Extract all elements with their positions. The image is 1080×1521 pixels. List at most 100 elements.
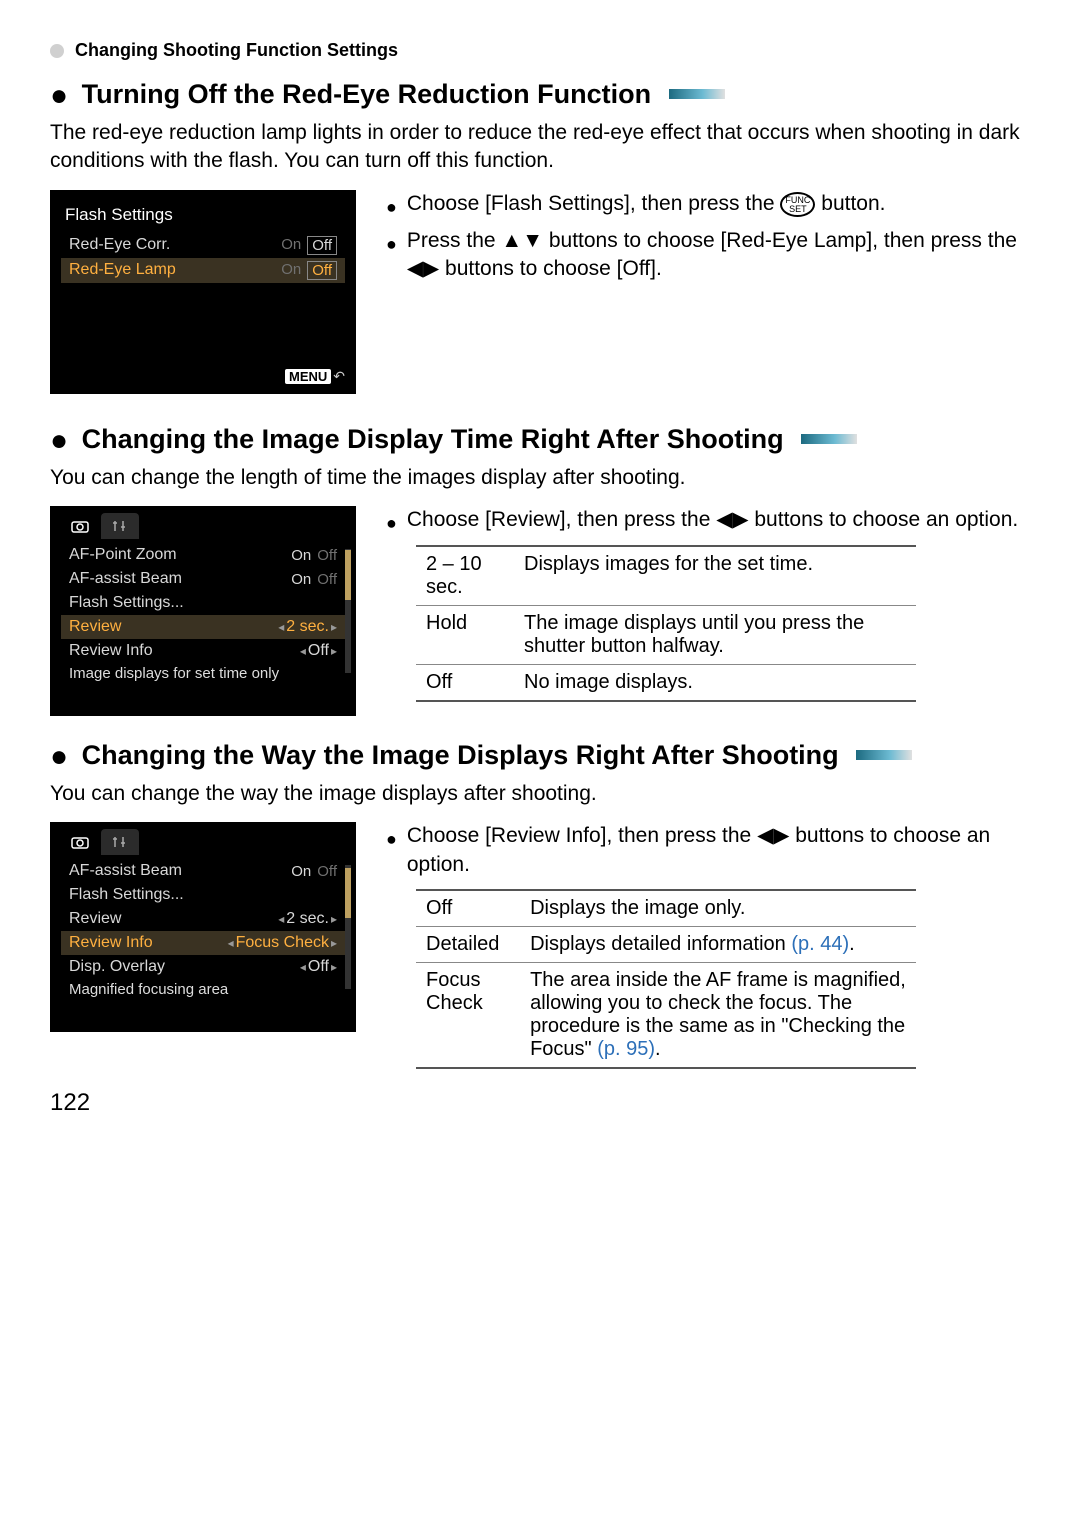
tab-tools[interactable] (101, 829, 139, 855)
lcd3-row-4-val: Off (300, 958, 337, 976)
lcd2-row-4-label: Review Info (69, 642, 153, 660)
lcd2-row-2[interactable]: Flash Settings... (61, 591, 345, 615)
lcd3-row-3[interactable]: Review Info Focus Check (61, 931, 345, 955)
lcd2-row-2-label: Flash Settings... (69, 594, 184, 612)
tab-tools[interactable] (101, 513, 139, 539)
section1-heading: ● Turning Off the Red-Eye Reduction Func… (50, 79, 1030, 113)
lcd2-tabs[interactable] (61, 513, 345, 539)
bullet-icon: ● (386, 511, 397, 535)
lcd3-scrollbar[interactable] (345, 865, 351, 989)
s1-step1-mid: buttons to choose [Red-Eye Lamp], then p… (549, 229, 1017, 252)
lcd3-tabs[interactable] (61, 829, 345, 855)
lcd3-row-2-label: Review (69, 910, 121, 928)
table-row: Focus Check The area inside the AF frame… (416, 963, 916, 1069)
breadcrumb: Changing Shooting Function Settings (50, 40, 1030, 61)
lcd1-row-1[interactable]: Red-Eye Lamp On Off (61, 258, 345, 283)
lcd2-help: Image displays for set time only (61, 663, 345, 688)
lcd3-row-3-val: Focus Check (228, 934, 337, 952)
tab-camera[interactable] (61, 829, 99, 855)
lcd2-row-4-val: Off (300, 642, 337, 660)
tools-icon (111, 835, 129, 849)
table-row: HoldThe image displays until you press t… (416, 606, 916, 665)
bullet-icon: ● (386, 827, 397, 879)
section3-body: You can change the way the image display… (50, 780, 1030, 808)
tools-icon (111, 519, 129, 533)
lcd3-help: Magnified focusing area (61, 979, 345, 1004)
back-icon: ↶ (333, 368, 345, 384)
lcd1-row-1-off: Off (307, 261, 337, 280)
lcd3-row-0[interactable]: AF-assist Beam OnOff (61, 859, 345, 883)
bullet-icon: ● (386, 195, 397, 219)
s2-k1: Hold (416, 606, 514, 665)
bullet-icon: ● (50, 740, 68, 773)
section3-lcd: AF-assist Beam OnOff Flash Settings... R… (50, 822, 356, 1032)
lcd1-row-1-label: Red-Eye Lamp (69, 261, 176, 279)
breadcrumb-dot-icon (50, 44, 64, 58)
table-row: Off Displays the image only. (416, 890, 916, 927)
s3-v0: Displays the image only. (520, 890, 916, 927)
lcd3-row-3-label: Review Info (69, 934, 153, 952)
lcd2-row-1-label: AF-assist Beam (69, 570, 182, 588)
page-number: 122 (50, 1089, 1030, 1117)
lcd1-menu-footer[interactable]: MENU↶ (285, 368, 345, 385)
table-row: 2 – 10 sec.Displays images for the set t… (416, 546, 916, 606)
section3-heading: ● Changing the Way the Image Displays Ri… (50, 740, 1030, 774)
section1-body: The red-eye reduction lamp lights in ord… (50, 119, 1030, 176)
s2-k0: 2 – 10 sec. (416, 546, 514, 606)
leftright-icon: ◀▶ (407, 257, 439, 280)
lcd1-row-0-on: On (281, 236, 301, 255)
page-link-95[interactable]: (p. 95) (597, 1038, 655, 1060)
lcd1-row-0-off: Off (307, 236, 337, 255)
s2-v1: The image displays until you press the s… (514, 606, 916, 665)
lcd2-row-3-label: Review (69, 618, 121, 636)
lcd3-row-2-val: 2 sec. (278, 910, 337, 928)
lcd1-row-0[interactable]: Red-Eye Corr. On Off (61, 233, 345, 258)
lcd2-row-3[interactable]: Review 2 sec. (61, 615, 345, 639)
s2-v0: Displays images for the set time. (514, 546, 916, 606)
lcd2-row-1[interactable]: AF-assist Beam OnOff (61, 567, 345, 591)
s3-k1: Detailed (416, 927, 520, 963)
section2-lcd: AF-Point Zoom OnOff AF-assist Beam OnOff… (50, 506, 356, 716)
lcd2-scrollbar[interactable] (345, 549, 351, 673)
lcd1-title: Flash Settings (61, 201, 345, 233)
section1-step-0: ● Choose [Flash Settings], then press th… (386, 190, 1030, 219)
section1-step-1: ● Press the ▲▼ buttons to choose [Red-Ey… (386, 227, 1030, 284)
heading-rule (669, 89, 725, 99)
lcd3-row-2[interactable]: Review 2 sec. (61, 907, 345, 931)
section2-title: Changing the Image Display Time Right Af… (74, 424, 784, 454)
section1-title: Turning Off the Red-Eye Reduction Functi… (74, 79, 651, 109)
s1-step1-pre: Press the (407, 229, 502, 252)
leftright-icon: ◀▶ (716, 508, 748, 531)
table-row: OffNo image displays. (416, 665, 916, 702)
s3-k0: Off (416, 890, 520, 927)
tab-camera[interactable] (61, 513, 99, 539)
lcd2-row-0-label: AF-Point Zoom (69, 546, 177, 564)
section3-step: ● Choose [Review Info], then press the ◀… (386, 822, 1030, 879)
lcd2-row-0[interactable]: AF-Point Zoom OnOff (61, 543, 345, 567)
camera-icon (71, 519, 89, 533)
breadcrumb-text: Changing Shooting Function Settings (75, 40, 398, 60)
section2-table: 2 – 10 sec.Displays images for the set t… (416, 545, 916, 702)
lcd2-row-3-val: 2 sec. (278, 618, 337, 636)
s3-k2: Focus Check (416, 963, 520, 1069)
section2-step: ● Choose [Review], then press the ◀▶ but… (386, 506, 1030, 535)
menu-icon: MENU (285, 369, 331, 384)
func-set-icon: FUNCSET (780, 192, 815, 217)
lcd1-row-1-on: On (281, 261, 301, 280)
page-link-44[interactable]: (p. 44) (791, 933, 849, 955)
section3-title: Changing the Way the Image Displays Righ… (74, 740, 839, 770)
s2-v2: No image displays. (514, 665, 916, 702)
lcd3-row-4[interactable]: Disp. Overlay Off (61, 955, 345, 979)
bullet-icon: ● (386, 232, 397, 284)
lcd2-row-4[interactable]: Review Info Off (61, 639, 345, 663)
leftright-icon: ◀▶ (757, 824, 789, 847)
lcd3-row-1[interactable]: Flash Settings... (61, 883, 345, 907)
lcd3-row-4-label: Disp. Overlay (69, 958, 165, 976)
lcd3-row-0-label: AF-assist Beam (69, 862, 182, 880)
heading-rule (801, 434, 857, 444)
table-row: Detailed Displays detailed information (… (416, 927, 916, 963)
s2-step-post: buttons to choose an option. (754, 508, 1018, 531)
s1-step1-post: buttons to choose [Off]. (445, 257, 662, 280)
bullet-icon: ● (50, 79, 68, 112)
updown-icon: ▲▼ (501, 229, 543, 252)
